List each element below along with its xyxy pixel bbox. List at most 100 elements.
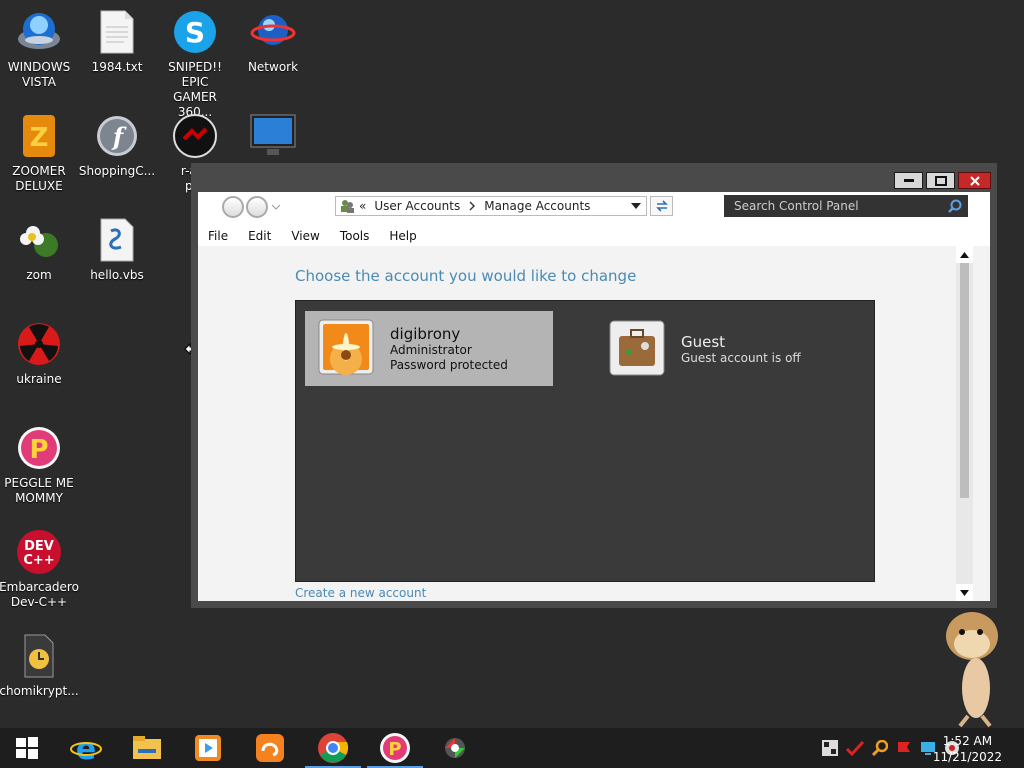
address-bar[interactable]: « User Accounts Manage Accounts <box>335 196 647 216</box>
magnifier-tray-icon[interactable] <box>872 740 888 756</box>
peggle-icon: P <box>15 424 63 472</box>
desktop-icon-network[interactable]: Network <box>234 8 312 75</box>
desktop-icon-peggle[interactable]: P PEGGLE ME MOMMY <box>0 424 78 506</box>
desktop-icon-label: ZOOMER DELUXE <box>12 164 66 193</box>
desktop-icon-label: Network <box>247 60 299 74</box>
zoomer-icon: Z <box>15 112 63 160</box>
navigation-bar: « User Accounts Manage Accounts Search C… <box>198 192 990 226</box>
menu-bar: File Edit View Tools Help <box>198 226 990 246</box>
start-icon <box>16 737 38 759</box>
account-name: Guest <box>681 332 726 351</box>
breadcrumb-manage-accounts[interactable]: Manage Accounts <box>484 199 590 213</box>
desktop-icon-1984-txt[interactable]: 1984.txt <box>78 8 156 75</box>
menu-help[interactable]: Help <box>379 229 426 243</box>
recent-pages-chevron-icon[interactable] <box>271 204 281 210</box>
clock-date: 11/21/2022 <box>932 750 1002 764</box>
desktop-icon-label: WINDOWS VISTA <box>7 60 71 89</box>
text-file-icon <box>93 8 141 56</box>
taskbar-pinball[interactable] <box>425 728 485 768</box>
scroll-up-button[interactable] <box>956 246 973 263</box>
breadcrumb-chevron-icon[interactable] <box>468 201 476 211</box>
desktop-icon-label: ukraine <box>16 372 62 386</box>
svg-text:P: P <box>29 435 48 465</box>
taskbar-peggle[interactable]: P <box>365 728 425 768</box>
taskbar-uc-browser[interactable] <box>240 728 300 768</box>
file-explorer-icon <box>133 736 161 759</box>
nav-arrows <box>222 196 281 218</box>
r-antipar-icon <box>171 112 219 160</box>
svg-text:P: P <box>388 739 401 760</box>
account-tile-guest[interactable]: Guest Guest account is off <box>596 317 856 381</box>
checkmark-tray-icon[interactable] <box>846 740 864 756</box>
flag-tray-icon[interactable] <box>896 740 912 756</box>
desktop-icon-hello-vbs[interactable]: hello.vbs <box>78 216 156 283</box>
desktop-icon-zom[interactable]: zom <box>0 216 78 283</box>
minimize-button[interactable] <box>894 172 923 189</box>
refresh-button[interactable] <box>650 196 673 216</box>
svg-text:C++: C++ <box>23 553 54 568</box>
svg-text:e: e <box>76 733 96 763</box>
window-controls <box>894 172 991 189</box>
svg-text:Z: Z <box>30 123 49 153</box>
back-button[interactable] <box>222 196 244 218</box>
close-button[interactable] <box>958 172 991 189</box>
svg-text:S: S <box>185 16 205 49</box>
scroll-down-button[interactable] <box>956 584 973 601</box>
account-tile-digibrony[interactable]: digibrony Administrator Password protect… <box>305 311 553 386</box>
scroll-down-icon <box>960 589 969 596</box>
vbs-script-icon <box>93 216 141 264</box>
hamster-mascot-gadget[interactable] <box>938 606 1008 731</box>
control-panel-window: « User Accounts Manage Accounts Search C… <box>191 163 997 608</box>
desktop-icon-windows-vista[interactable]: WINDOWS VISTA <box>0 8 78 90</box>
start-button[interactable] <box>0 728 54 768</box>
scroll-up-icon <box>960 251 969 258</box>
address-dropdown-icon[interactable] <box>631 203 641 209</box>
scroll-thumb[interactable] <box>960 263 969 498</box>
user-accounts-icon <box>341 200 354 213</box>
account-password-status: Password protected <box>390 357 508 372</box>
create-account-link[interactable]: Create a new account <box>295 586 426 600</box>
desktop-icon-label: chomikrypt... <box>0 684 79 698</box>
breadcrumb-user-accounts[interactable]: User Accounts <box>374 199 460 213</box>
desktop-icon-sniped-video[interactable]: S SNIPED!! EPIC GAMER 360... <box>156 8 234 120</box>
taskbar-media-player[interactable] <box>178 728 238 768</box>
vertical-scrollbar[interactable] <box>956 246 973 601</box>
taskbar-file-explorer[interactable] <box>117 728 177 768</box>
menu-edit[interactable]: Edit <box>238 229 281 243</box>
pinball-icon <box>445 738 465 758</box>
account-info: Guest Guest account is off <box>681 333 801 366</box>
desktop-icon-zoomer-deluxe[interactable]: Z ZOOMER DELUXE <box>0 112 78 194</box>
desktop-icon-label: Embarcadero Dev-C++ <box>0 580 79 609</box>
menu-view[interactable]: View <box>281 229 329 243</box>
search-icon[interactable] <box>948 199 962 213</box>
window-client-area: « User Accounts Manage Accounts Search C… <box>198 192 990 601</box>
internet-explorer-icon: e <box>70 733 102 763</box>
qr-tray-icon[interactable] <box>822 740 838 756</box>
page-title: Choose the account you would like to cha… <box>295 267 637 285</box>
desktop-icon-devcpp[interactable]: DEV C++ Embarcadero Dev-C++ <box>0 528 79 610</box>
desktop-icon-shoppingc[interactable]: f ShoppingC... <box>78 112 156 179</box>
uc-browser-icon <box>256 734 284 762</box>
taskbar-chrome[interactable] <box>303 728 363 768</box>
media-player-icon <box>195 735 221 761</box>
taskbar: e P 1:52 AM 11/21/2022 <box>0 728 1024 768</box>
network-globe-icon <box>249 8 297 56</box>
breadcrumb-prefix: « <box>359 199 367 213</box>
desktop-icon-ukraine[interactable]: ukraine <box>0 320 78 387</box>
desktop-icon-label: 1984.txt <box>91 60 143 74</box>
menu-file[interactable]: File <box>198 229 238 243</box>
desktop-icon-monitor[interactable] <box>234 112 312 164</box>
maximize-button[interactable] <box>926 172 955 189</box>
clock-time: 1:52 AM <box>942 734 993 748</box>
desktop-icon-chomikrypt[interactable]: chomikrypt... <box>0 632 79 699</box>
account-info: digibrony Administrator Password protect… <box>390 325 508 373</box>
desktop-icon-label: hello.vbs <box>90 268 144 282</box>
maximize-icon <box>934 175 947 186</box>
flower-icon <box>15 216 63 264</box>
taskbar-clock[interactable]: 1:52 AM 11/21/2022 <box>933 733 1002 765</box>
svg-text:DEV: DEV <box>24 539 54 554</box>
forward-button[interactable] <box>246 196 268 218</box>
search-input[interactable]: Search Control Panel <box>724 195 968 217</box>
taskbar-internet-explorer[interactable]: e <box>56 728 116 768</box>
menu-tools[interactable]: Tools <box>330 229 380 243</box>
